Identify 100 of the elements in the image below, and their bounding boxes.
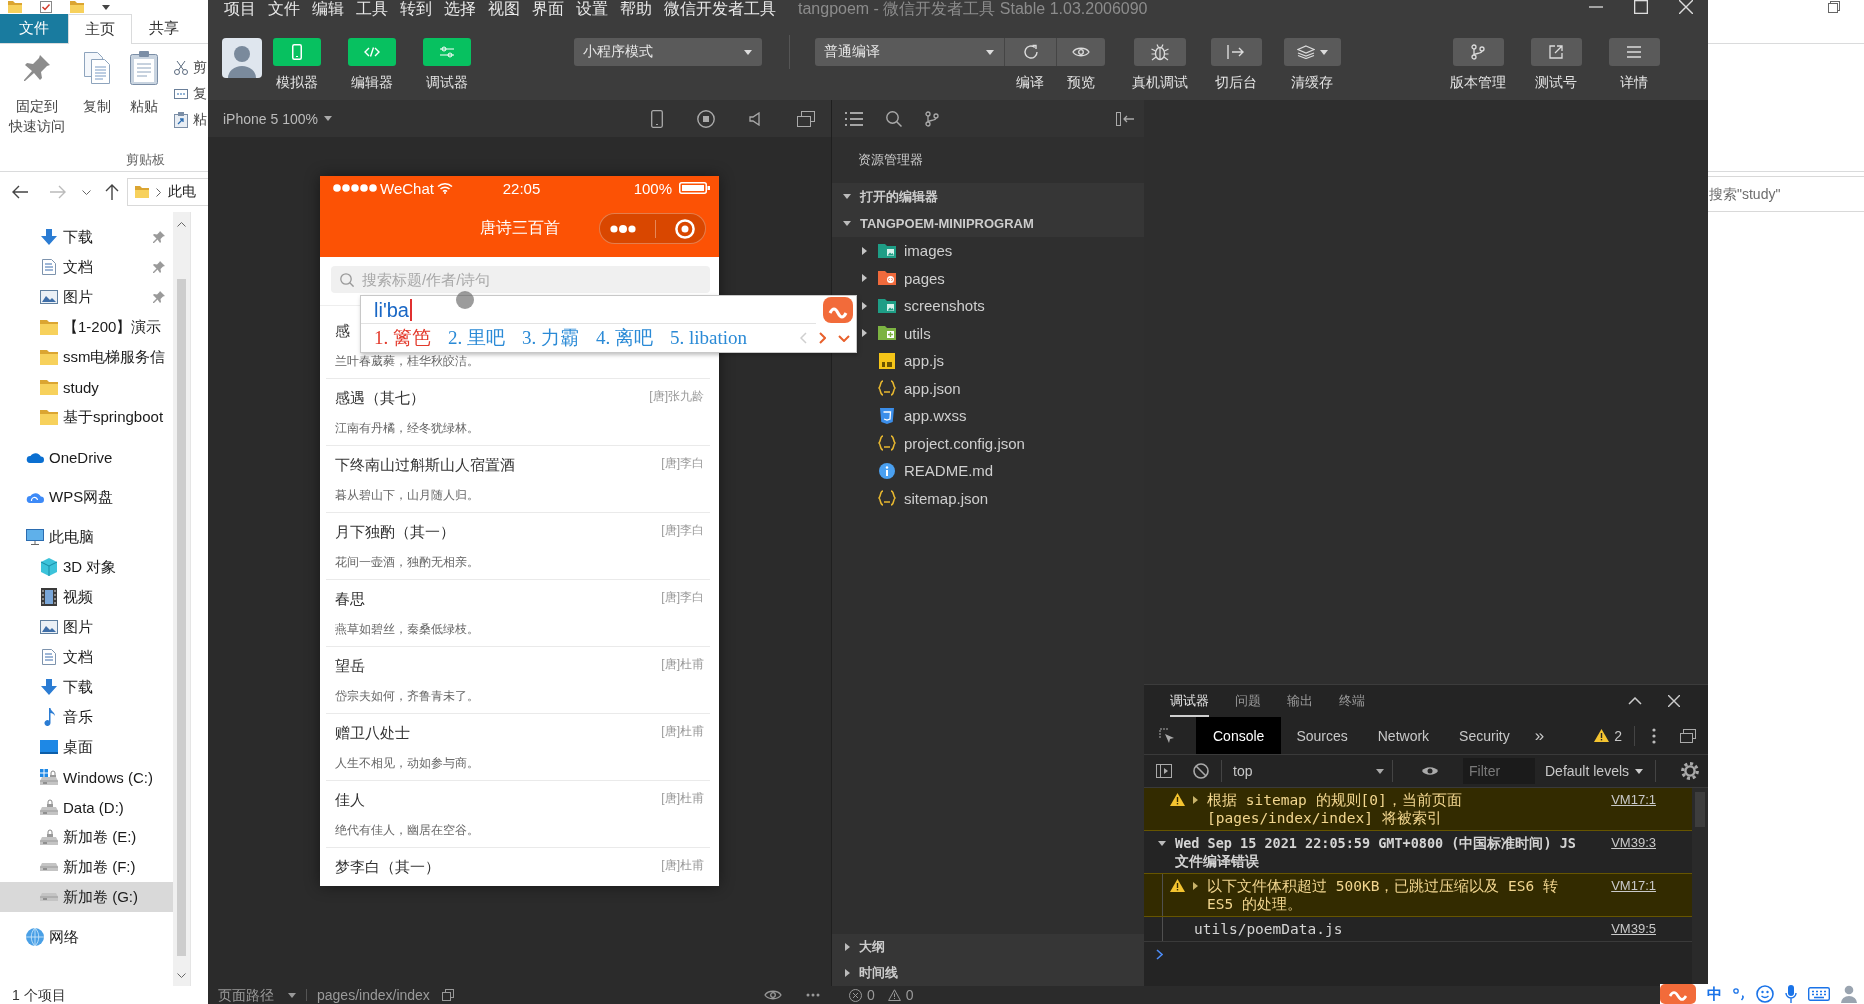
menu-item[interactable]: 选择 <box>444 0 476 18</box>
more-dots-icon[interactable] <box>609 224 636 233</box>
menu-item[interactable]: 转到 <box>400 0 432 18</box>
nav-item[interactable]: Data (D:) <box>0 792 173 822</box>
background-button[interactable] <box>1210 38 1262 66</box>
menu-item[interactable]: 项目 <box>224 0 256 18</box>
block-icon[interactable] <box>1193 763 1209 779</box>
poem-list-item[interactable]: 月下独酌（其一） [唐]李白 花间一壶酒，独酌无相亲。 <box>326 513 710 580</box>
ribbon-button[interactable]: 复制 <box>74 48 120 116</box>
kebab-menu-icon[interactable] <box>1652 727 1656 744</box>
inspect-icon[interactable] <box>1159 727 1175 744</box>
remote-debug-button[interactable] <box>1134 38 1186 66</box>
menu-item[interactable]: 视图 <box>488 0 520 18</box>
compile-button[interactable] <box>1004 38 1056 66</box>
scroll-up-icon[interactable] <box>177 222 186 227</box>
menu-item[interactable]: 帮助 <box>620 0 652 18</box>
menu-item[interactable]: 设置 <box>576 0 608 18</box>
branch-icon[interactable] <box>925 110 939 127</box>
triangle-right-icon[interactable] <box>1193 882 1198 890</box>
search-field[interactable]: 搜索"study" <box>1708 176 1864 212</box>
search-field[interactable]: 搜索标题/作者/诗句 <box>331 266 710 293</box>
stop-circle-icon[interactable] <box>697 109 715 128</box>
more-icon[interactable] <box>806 993 820 997</box>
nav-item[interactable]: 【1-200】演示 <box>0 312 173 342</box>
punctuation-icon[interactable] <box>1733 987 1745 1001</box>
nav-item[interactable]: Windows (C:) <box>0 762 173 792</box>
clear-cache-button[interactable] <box>1283 38 1341 66</box>
ribbon-tab[interactable]: 主页 <box>68 14 132 44</box>
tree-item[interactable]: sitemap.json <box>832 484 1144 512</box>
copy-icon[interactable] <box>441 989 454 1001</box>
close-icon[interactable] <box>1668 695 1680 707</box>
nav-item[interactable]: 视频 <box>0 582 173 612</box>
ime-candidate[interactable]: 5. libation <box>670 327 748 349</box>
eye-icon[interactable] <box>764 989 782 1001</box>
nav-item[interactable]: ssm电梯服务信 <box>0 342 173 372</box>
nav-item[interactable]: 图片 <box>0 612 173 642</box>
tree-item[interactable]: README.md <box>832 457 1144 485</box>
tree-item[interactable]: screenshots <box>832 292 1144 320</box>
ime-candidate[interactable]: 4. 离吧 <box>596 325 653 351</box>
smiley-icon[interactable] <box>1756 985 1774 1003</box>
tree-item[interactable]: app.js <box>832 347 1144 375</box>
phone-outline-icon[interactable] <box>651 109 663 128</box>
triangle-right-icon[interactable] <box>1193 796 1198 804</box>
devtools-tab[interactable]: Network <box>1362 717 1445 754</box>
page-path-select[interactable]: 页面路径 <box>218 986 296 1004</box>
nav-item[interactable]: 下载 <box>0 672 173 702</box>
poem-list-item[interactable]: 赠卫八处士 [唐]杜甫 人生不相见，动如参与商。 <box>326 714 710 781</box>
poem-list-item[interactable]: 感遇（其七） [唐]张九龄 江南有丹橘，经冬犹绿林。 <box>326 379 710 446</box>
scrollbar-thumb[interactable] <box>177 279 186 956</box>
multi-window-icon[interactable] <box>797 110 815 127</box>
ime-candidate[interactable]: 3. 力霸 <box>522 325 579 351</box>
nav-item[interactable]: 网络 <box>0 922 173 952</box>
devtools-tab[interactable]: Console <box>1196 717 1282 754</box>
source-link[interactable]: VM39:3 <box>1592 834 1692 852</box>
preview-button[interactable] <box>1056 38 1105 66</box>
poem-list-item[interactable]: 春思 [唐]李白 燕草如碧丝，秦桑低绿枝。 <box>326 580 710 647</box>
ribbon-small-button[interactable]: 剪 <box>174 56 207 80</box>
panel-tab[interactable]: 终端 <box>1339 685 1365 717</box>
triangle-down-icon[interactable] <box>1158 841 1166 846</box>
nav-item[interactable]: 文档 <box>0 252 173 282</box>
nav-item[interactable]: 新加卷 (G:) <box>0 882 173 912</box>
triangle-right-icon[interactable] <box>845 969 850 977</box>
section-header[interactable]: 打开的编辑器 <box>832 183 1144 210</box>
triangle-down-icon[interactable] <box>843 221 851 226</box>
search-icon[interactable] <box>886 110 902 127</box>
test-account-button[interactable] <box>1530 38 1582 66</box>
tree-item[interactable]: project.config.json <box>832 429 1144 457</box>
filter-field[interactable]: Filter <box>1463 758 1535 784</box>
gear-icon[interactable] <box>1681 762 1699 780</box>
triangle-right-icon[interactable] <box>861 274 867 283</box>
context-select[interactable]: top <box>1221 760 1393 782</box>
scroll-down-icon[interactable] <box>177 973 186 978</box>
more-tabs-button[interactable]: » <box>1524 717 1555 754</box>
nav-item[interactable]: 图片 <box>0 282 173 312</box>
ribbon-small-button[interactable]: 复 <box>174 82 207 106</box>
editor-toggle-button[interactable] <box>348 38 396 66</box>
eye-icon[interactable] <box>1421 765 1439 777</box>
triangle-right-icon[interactable] <box>861 329 867 338</box>
target-icon[interactable] <box>675 218 696 239</box>
ribbon-small-button[interactable]: 粘 <box>174 108 207 132</box>
checked-box-icon[interactable] <box>40 1 52 13</box>
microphone-icon[interactable] <box>1785 985 1797 1003</box>
poem-list-item[interactable]: 佳人 [唐]杜甫 绝代有佳人，幽居在空谷。 <box>326 781 710 848</box>
panel-tab[interactable]: 输出 <box>1287 685 1313 717</box>
tree-item[interactable]: utils <box>832 319 1144 347</box>
menu-item[interactable]: 工具 <box>356 0 388 18</box>
keyboard-icon[interactable] <box>1808 987 1830 1001</box>
input-mode[interactable]: 中 <box>1707 985 1722 1003</box>
triangle-right-icon[interactable] <box>861 246 867 255</box>
section-header[interactable]: 时间线 <box>832 960 1144 986</box>
nav-item[interactable]: study <box>0 372 173 402</box>
triangle-down-icon[interactable] <box>843 194 851 199</box>
poem-list-item[interactable]: 望岳 [唐]杜甫 岱宗夫如何，齐鲁青未了。 <box>326 647 710 714</box>
chevron-right-icon[interactable] <box>819 332 826 344</box>
up-arrow-icon[interactable] <box>105 184 119 200</box>
tree-item[interactable]: app.json <box>832 374 1144 402</box>
nav-item[interactable]: OneDrive <box>0 442 173 472</box>
nav-item[interactable]: 基于springboot <box>0 402 173 432</box>
ribbon-button[interactable]: 固定到 快速访问 <box>0 48 74 136</box>
sidebar-toggle-icon[interactable] <box>1156 764 1172 778</box>
